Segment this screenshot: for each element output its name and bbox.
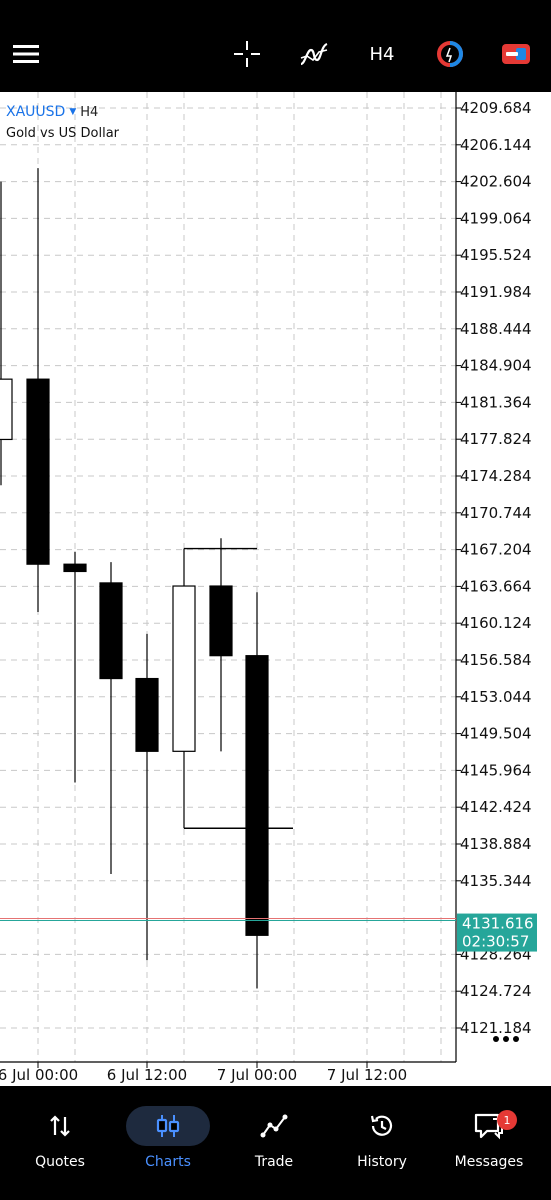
symbol-timeframe: H4	[80, 104, 99, 120]
price-label: 4170.744	[460, 504, 532, 522]
top-toolbar: H4	[0, 0, 551, 92]
candle-bull	[0, 378, 13, 441]
one-click-trading-icon[interactable]	[434, 36, 466, 72]
nav-charts[interactable]: Charts	[118, 1106, 218, 1176]
trade-line-icon	[232, 1106, 316, 1146]
charts-candles-icon	[126, 1106, 210, 1146]
price-label: 4177.824	[460, 430, 532, 448]
price-label: 4160.124	[460, 614, 532, 632]
indicators-icon[interactable]	[298, 36, 330, 72]
nav-quotes[interactable]: Quotes	[10, 1106, 110, 1176]
current-price-label: 4131.616	[462, 915, 534, 933]
nav-charts-label: Charts	[145, 1154, 191, 1170]
price-label: 4142.424	[460, 798, 532, 816]
nav-messages-label: Messages	[454, 1154, 524, 1170]
history-clock-icon	[340, 1106, 424, 1146]
nav-trade-label: Trade	[254, 1154, 294, 1170]
price-label: 4163.664	[460, 577, 532, 595]
symbol-dropdown-icon: ▼	[69, 107, 77, 117]
price-label: 4174.284	[460, 467, 532, 485]
price-label: 4135.344	[460, 872, 532, 890]
price-label: 4202.604	[460, 173, 532, 191]
bottom-navigation: Quotes Charts Trade History 1 Messages	[0, 1086, 551, 1200]
nav-quotes-label: Quotes	[35, 1154, 85, 1170]
price-label: 4199.064	[460, 209, 532, 227]
crosshair-icon[interactable]	[232, 36, 262, 72]
symbol-description: Gold vs US Dollar	[6, 126, 120, 141]
candle-bear	[135, 677, 159, 752]
hamburger-menu-icon[interactable]	[10, 36, 42, 72]
price-label: 4206.144	[460, 136, 532, 154]
price-label: 4121.184	[460, 1019, 532, 1037]
candle-bear	[245, 655, 269, 936]
trade-toggle-icon[interactable]	[500, 36, 532, 72]
nav-trade[interactable]: Trade	[224, 1106, 324, 1176]
messages-badge: 1	[497, 1110, 517, 1130]
price-label: 4138.884	[460, 835, 532, 853]
symbol-name: XAUUSD	[6, 104, 66, 120]
price-label: 4191.984	[460, 283, 532, 301]
price-label: 4167.204	[460, 541, 532, 559]
candle-bear	[99, 582, 123, 680]
app-root: H4 4209.684 4206.144 4202.604 4199.064 4195.…	[0, 0, 551, 1200]
symbol-info: XAUUSD ▼ H4 Gold vs US Dollar	[6, 104, 119, 141]
time-label: 7 Jul 12:00	[327, 1066, 407, 1084]
price-label: 4153.044	[460, 688, 532, 706]
countdown-label: 02:30:57	[462, 933, 529, 951]
chart-area[interactable]: 4209.684 4206.144 4202.604 4199.064 4195.524…	[0, 92, 551, 1086]
time-label: 6 Jul 00:00	[0, 1066, 78, 1084]
time-label: 7 Jul 00:00	[217, 1066, 297, 1084]
quotes-arrows-icon	[18, 1106, 102, 1146]
price-label: 4195.524	[460, 246, 532, 264]
price-label: 4149.504	[460, 725, 532, 743]
candle-bear	[209, 585, 233, 657]
candle-bear	[63, 563, 87, 573]
candle-bear	[26, 378, 50, 565]
price-label: 4184.904	[460, 357, 532, 375]
timeframe-label: H4	[369, 43, 395, 65]
candle-bull	[172, 585, 196, 752]
nav-history[interactable]: History	[332, 1106, 432, 1176]
price-label: 4124.724	[460, 982, 532, 1000]
symbol-line[interactable]: XAUUSD ▼ H4	[6, 104, 119, 120]
more-options-icon[interactable]	[493, 1036, 523, 1048]
nav-history-label: History	[357, 1154, 407, 1170]
timeframe-button[interactable]: H4	[366, 36, 398, 72]
price-label: 4181.364	[460, 393, 532, 411]
price-chart[interactable]: 4209.684 4206.144 4202.604 4199.064 4195.524…	[0, 92, 551, 1086]
price-label: 4188.444	[460, 320, 532, 338]
price-label: 4209.684	[460, 99, 532, 117]
nav-messages[interactable]: 1 Messages	[439, 1106, 539, 1176]
time-label: 6 Jul 12:00	[107, 1066, 187, 1084]
price-label: 4156.584	[460, 651, 532, 669]
messages-chat-icon	[447, 1106, 531, 1146]
price-label: 4145.964	[460, 761, 532, 779]
